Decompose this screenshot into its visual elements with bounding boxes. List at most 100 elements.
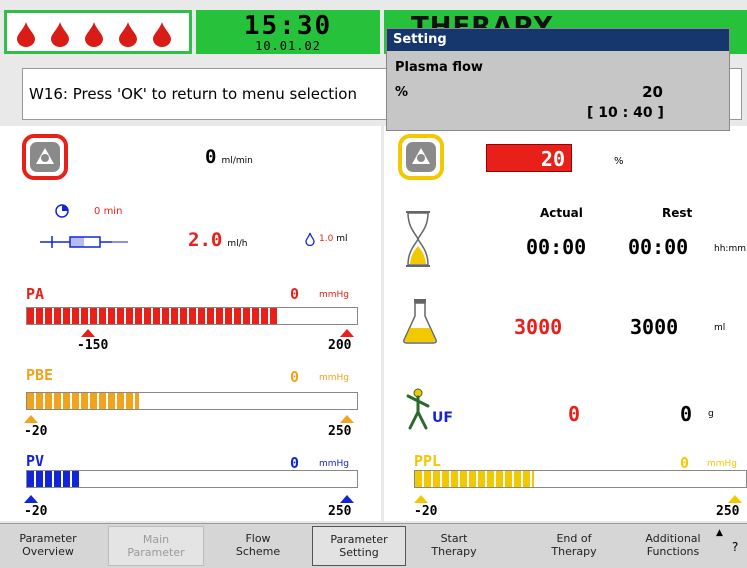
time-actual: 00:00 xyxy=(526,235,587,259)
heparin-rate-value: 2.0 xyxy=(188,229,223,251)
pv-label: PV xyxy=(26,452,45,470)
syringe-icon[interactable] xyxy=(40,233,130,251)
ppl-pressure-fill xyxy=(415,471,535,487)
softkey-parameter-overview[interactable]: Parameter Overview xyxy=(4,526,92,566)
dialog-value[interactable]: 20 xyxy=(623,83,663,101)
softkey-end-of-therapy[interactable]: End of Therapy xyxy=(530,526,618,566)
pv-pressure-fill xyxy=(27,471,80,487)
heparin-volume-unit: ml xyxy=(336,234,348,244)
blood-drop-icon xyxy=(17,22,35,47)
heparin-time: 0 min xyxy=(94,206,122,217)
softkey-label-line1: Parameter xyxy=(330,533,388,546)
pa-lower-limit: -150 xyxy=(77,338,109,353)
blood-drop-icon xyxy=(153,22,171,47)
softkey-label-line1: Parameter xyxy=(19,532,77,545)
softkey-label-line2: Setting xyxy=(339,546,379,559)
pbe-lower-limit-marker[interactable] xyxy=(24,415,38,423)
ppl-label: PPL xyxy=(414,452,442,470)
clock-date: 10.01.02 xyxy=(255,39,321,53)
ppl-lower-limit-marker[interactable] xyxy=(414,495,428,503)
heparin-volume-value: 1.0 xyxy=(319,234,334,244)
heparin-volume: 1.0 ml xyxy=(319,234,347,244)
time-unit: hh:mm xyxy=(714,244,746,254)
softkey-label-line1: Main xyxy=(142,533,170,546)
hourglass-icon xyxy=(406,211,430,267)
pa-pressure-fill xyxy=(27,308,278,324)
flask-icon xyxy=(403,299,437,344)
pv-unit: mmHg xyxy=(319,459,350,469)
ppl-upper-limit: 250 xyxy=(716,504,740,519)
pa-unit: mmHg xyxy=(319,290,350,300)
time-rest: 00:00 xyxy=(628,235,689,259)
pa-upper-limit: 200 xyxy=(328,338,352,353)
softkey-start-therapy[interactable]: Start Therapy xyxy=(410,526,498,566)
pbe-pressure-bar xyxy=(26,392,358,410)
pa-value: 0 xyxy=(290,285,300,303)
caret-up-icon: ▲ xyxy=(716,528,723,538)
softkey-label-line2: Therapy xyxy=(431,545,477,558)
uf-label: UF xyxy=(432,410,453,426)
uf-rest: 0 xyxy=(680,402,693,426)
uf-unit: g xyxy=(708,409,714,419)
blood-pump-icon[interactable] xyxy=(22,134,68,180)
pa-lower-limit-marker[interactable] xyxy=(81,329,95,337)
dialog-parameter-name: Plasma flow xyxy=(395,60,483,75)
help-button[interactable]: ? xyxy=(732,540,738,554)
heparin-rate: 2.0 ml/h xyxy=(188,229,247,251)
dialog-unit: % xyxy=(395,85,409,100)
right-panel: 20 % Actual Rest 00:00 00:00 hh:mm 3000 … xyxy=(384,126,747,521)
softkey-label-line2: Parameter xyxy=(127,546,185,559)
pbe-pressure-fill xyxy=(27,393,140,409)
timer-icon xyxy=(55,204,69,218)
ppl-pressure-bar xyxy=(414,470,747,488)
blood-flow-value: 0 xyxy=(205,146,217,168)
pv-lower-limit: -20 xyxy=(24,504,48,519)
softkey-label-line2: Functions xyxy=(646,545,700,558)
dialog-title: Setting xyxy=(393,32,447,47)
heparin-rate-unit: ml/h xyxy=(227,239,248,249)
volume-actual: 3000 xyxy=(514,315,563,339)
softkey-parameter-setting[interactable]: Parameter Setting xyxy=(312,526,406,566)
heparin-time-value: 0 xyxy=(94,206,101,217)
pa-upper-limit-marker[interactable] xyxy=(340,329,354,337)
pbe-label: PBE xyxy=(26,366,54,384)
pbe-lower-limit: -20 xyxy=(24,424,48,439)
dialog-header: Setting xyxy=(387,29,729,51)
plasma-flow-field[interactable]: 20 xyxy=(486,144,572,172)
heparin-time-unit: min xyxy=(103,206,123,217)
softkey-label-line2: Therapy xyxy=(551,545,597,558)
plasma-pump-icon[interactable] xyxy=(398,134,444,180)
left-panel: 0 ml/min 0 min 2.0 ml/h 1.0 ml PA 0 mmHg… xyxy=(0,126,381,521)
blood-flow-readout: 0 ml/min xyxy=(205,146,253,168)
softkey-bar: Parameter Overview Main Parameter Flow S… xyxy=(0,523,747,568)
softkey-main-parameter[interactable]: Main Parameter xyxy=(108,526,204,566)
softkey-flow-scheme[interactable]: Flow Scheme xyxy=(214,526,302,566)
softkey-additional-functions[interactable]: Additional Functions xyxy=(630,526,716,566)
plasma-flow-value: 20 xyxy=(540,147,565,171)
softkey-label-line1: End of xyxy=(556,532,592,545)
blood-drop-icon xyxy=(119,22,137,47)
blood-drop-icon xyxy=(85,22,103,47)
pbe-value: 0 xyxy=(290,368,300,386)
pv-upper-limit-marker[interactable] xyxy=(340,495,354,503)
setting-dialog: Setting Plasma flow % 20 [ 10 : 40 ] xyxy=(386,28,730,131)
softkey-label-line2: Overview xyxy=(22,545,74,558)
column-header-rest: Rest xyxy=(662,206,693,220)
pv-lower-limit-marker[interactable] xyxy=(24,495,38,503)
pv-pressure-bar xyxy=(26,470,358,488)
softkey-label-line1: Flow xyxy=(245,532,271,545)
clock-time: 15:30 xyxy=(243,11,333,41)
blood-drops-indicator xyxy=(4,10,192,54)
pa-label: PA xyxy=(26,285,45,303)
message-text: W16: Press 'OK' to return to menu select… xyxy=(29,85,357,103)
ultrafiltration-figure-icon xyxy=(406,388,430,430)
ppl-lower-limit: -20 xyxy=(414,504,438,519)
heparin-drop-icon xyxy=(305,232,315,246)
softkey-label-line2: Scheme xyxy=(235,545,281,558)
pbe-upper-limit-marker[interactable] xyxy=(340,415,354,423)
ppl-unit: mmHg xyxy=(707,459,738,469)
volume-rest: 3000 xyxy=(630,315,679,339)
pbe-upper-limit: 250 xyxy=(328,424,352,439)
dialog-range: [ 10 : 40 ] xyxy=(587,105,664,121)
ppl-upper-limit-marker[interactable] xyxy=(728,495,742,503)
